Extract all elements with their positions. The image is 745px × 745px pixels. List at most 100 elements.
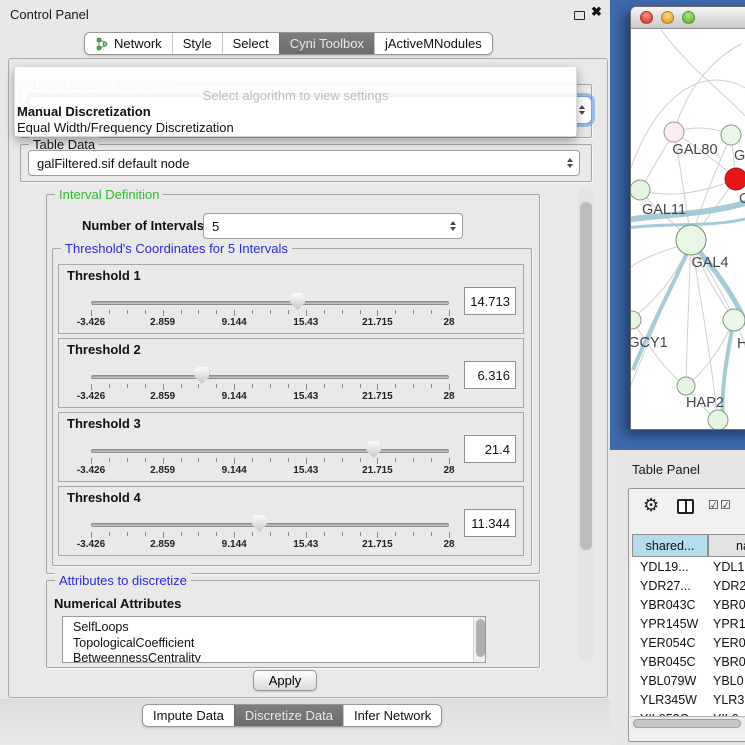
cell-name[interactable]: YDL1 <box>709 560 744 574</box>
tab-style[interactable]: Style <box>172 33 222 54</box>
table-scrollbar-thumb[interactable] <box>633 719 741 728</box>
numerical-attributes-list[interactable]: SelfLoopsTopologicalCoefficientBetweenne… <box>62 616 486 663</box>
interval-definition-group-title: Interval Definition <box>55 187 163 202</box>
float-panel-icon[interactable] <box>574 11 585 20</box>
node-label-gcy1: GCY1 <box>631 335 668 351</box>
panel-scrollbar[interactable] <box>578 188 593 662</box>
threshold-1-slider-track[interactable] <box>91 301 449 305</box>
slider-scale-labels: -3.4262.8599.14415.4321.71528 <box>91 317 449 329</box>
combo-stepper-icon[interactable] <box>579 105 585 115</box>
network-canvas[interactable]: GAL80GCGAL11GAL4GCY1HHAP2 <box>631 30 745 429</box>
cell-shared-name[interactable]: YPR145W <box>631 617 709 631</box>
combo-stepper-icon[interactable] <box>450 221 456 231</box>
table-row[interactable]: YLR345WYLR3 <box>631 690 745 709</box>
gal11-node[interactable] <box>631 180 650 200</box>
attribute-item-betweennesscentrality[interactable]: BetweennessCentrality <box>63 651 485 663</box>
algorithm-dropdown-popup: Select algorithm to view settings Manual… <box>14 67 577 137</box>
table-row[interactable]: YBL079WYBL0 <box>631 671 745 690</box>
threshold-3-value-field[interactable]: 21.4 <box>464 435 516 463</box>
table-data-combo-value: galFiltered.sif default node <box>37 156 189 171</box>
gal4-node[interactable] <box>676 225 706 255</box>
cell-name[interactable]: YPR1 <box>709 617 745 631</box>
cell-name[interactable]: YLR3 <box>709 693 744 707</box>
cell-shared-name[interactable]: YBR043C <box>631 598 709 612</box>
menu-item-equal-width-frequency[interactable]: Equal Width/Frequency Discretization <box>15 120 576 136</box>
close-panel-icon[interactable]: ✖ <box>591 4 602 20</box>
cell-shared-name[interactable]: YLR345W <box>631 693 709 707</box>
gcy1-node[interactable] <box>631 311 641 329</box>
red-node[interactable] <box>725 168 745 190</box>
tab-label: Style <box>183 36 212 51</box>
tab-infer-network[interactable]: Infer Network <box>343 705 441 726</box>
checkbox-icon[interactable]: ☑ <box>708 498 719 512</box>
h-node[interactable] <box>723 309 745 331</box>
tab-network[interactable]: Network <box>85 33 172 54</box>
network-edge-thick[interactable] <box>633 244 691 370</box>
checkbox-icon[interactable]: ☑ <box>720 498 731 512</box>
table-row[interactable]: YBR045CYBR0 <box>631 652 745 671</box>
gal80-node[interactable] <box>664 122 684 142</box>
cell-name[interactable]: YER0 <box>709 636 745 650</box>
attribute-item-topologicalcoefficient[interactable]: TopologicalCoefficient <box>63 636 485 652</box>
attributes-list-scrollbar-thumb[interactable] <box>476 619 485 657</box>
threshold-4-slider-thumb[interactable] <box>252 515 267 532</box>
network-edge[interactable] <box>640 179 736 194</box>
table-row[interactable]: YBR043CYBR0 <box>631 595 745 614</box>
threshold-2-label: Threshold 2 <box>67 342 141 357</box>
threshold-4-value-field[interactable]: 11.344 <box>464 509 516 537</box>
minimize-window-icon[interactable] <box>661 11 674 24</box>
table-row[interactable]: YIL052CYIL0 <box>631 709 745 716</box>
tab-cyni-toolbox[interactable]: Cyni Toolbox <box>279 33 374 54</box>
top-right-node[interactable] <box>721 125 741 145</box>
split-columns-icon[interactable] <box>677 499 694 514</box>
column-header-shared[interactable]: shared... <box>632 534 708 557</box>
table-row[interactable]: YDL19...YDL1 <box>631 557 745 576</box>
table-horizontal-scrollbar[interactable] <box>631 716 745 729</box>
threshold-1-slider-thumb[interactable] <box>290 293 305 310</box>
column-header-na[interactable]: na <box>708 534 745 557</box>
tab-impute-data[interactable]: Impute Data <box>143 705 234 726</box>
threshold-2-slider-thumb[interactable] <box>194 367 209 384</box>
threshold-1-value-field[interactable]: 14.713 <box>464 287 516 315</box>
zoom-window-icon[interactable] <box>682 11 695 24</box>
tab-discretize-data[interactable]: Discretize Data <box>234 705 343 726</box>
cell-shared-name[interactable]: YBL079W <box>631 674 709 688</box>
cell-shared-name[interactable]: YDR27... <box>631 579 709 593</box>
table-row[interactable]: YPR145WYPR1 <box>631 614 745 633</box>
table-row[interactable]: YER054CYER0 <box>631 633 745 652</box>
table-data-combo[interactable]: galFiltered.sif default node <box>28 150 580 176</box>
tab-jactivemnodules[interactable]: jActiveMNodules <box>374 33 492 54</box>
node-label-gal4: GAL4 <box>691 255 728 271</box>
bottom-node[interactable] <box>708 410 728 429</box>
hap2-node[interactable] <box>677 377 695 395</box>
cell-name[interactable]: YBR0 <box>709 655 745 669</box>
menu-item-manual-discretization[interactable]: Manual Discretization <box>15 104 576 120</box>
gear-icon[interactable]: ⚙ <box>643 495 659 516</box>
combo-stepper-icon[interactable] <box>567 158 573 168</box>
close-window-icon[interactable] <box>640 11 653 24</box>
panel-scrollbar-thumb[interactable] <box>580 202 592 550</box>
cell-shared-name[interactable]: YBR045C <box>631 655 709 669</box>
network-window-titlebar[interactable] <box>631 7 745 29</box>
threshold-2-slider-track[interactable] <box>91 375 449 379</box>
cell-shared-name[interactable]: YER054C <box>631 636 709 650</box>
threshold-4-box: Threshold 4-3.4262.8599.14415.4321.71528… <box>58 486 524 556</box>
cell-name[interactable]: YBL0 <box>709 674 744 688</box>
tab-select[interactable]: Select <box>222 33 279 54</box>
cell-name[interactable]: YDR2 <box>709 579 745 593</box>
cell-name[interactable]: YBR0 <box>709 598 745 612</box>
network-window: GAL80GCGAL11GAL4GCY1HHAP2 <box>630 6 745 430</box>
network-edge-thick[interactable] <box>723 320 734 422</box>
threshold-3-slider-track[interactable] <box>91 449 449 453</box>
attributes-list-scrollbar[interactable] <box>473 617 485 662</box>
apply-button[interactable]: Apply <box>253 670 317 691</box>
cell-shared-name[interactable]: YDL19... <box>631 560 709 574</box>
number-of-intervals-combo[interactable]: 5 <box>203 213 463 239</box>
threshold-4-slider-track[interactable] <box>91 523 449 527</box>
threshold-3-slider-thumb[interactable] <box>366 441 381 458</box>
threshold-1-label: Threshold 1 <box>67 268 141 283</box>
network-edge[interactable] <box>686 240 691 386</box>
threshold-2-value-field[interactable]: 6.316 <box>464 361 516 389</box>
table-row[interactable]: YDR27...YDR2 <box>631 576 745 595</box>
attribute-item-selfloops[interactable]: SelfLoops <box>63 620 485 636</box>
